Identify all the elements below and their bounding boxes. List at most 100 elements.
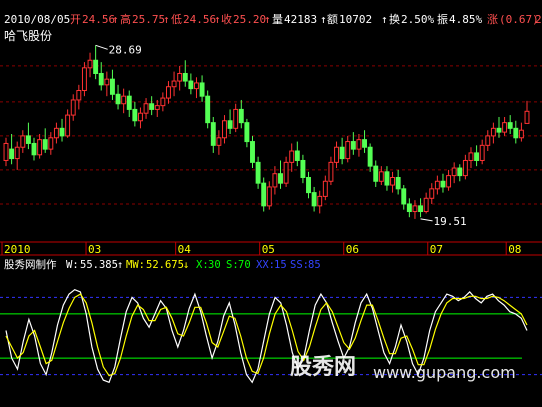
candle-body-down [339, 146, 345, 160]
candle-body-down [294, 150, 300, 161]
candle-body-up [423, 197, 429, 213]
amount-value: 10702 [339, 13, 372, 26]
close-value: 25.20 [233, 13, 266, 26]
candle-body-up [160, 97, 166, 107]
candle-body-up [317, 195, 323, 207]
xx-value: 15 [274, 259, 287, 271]
turnover-value: 2.50% [401, 13, 434, 26]
candle-body-down [149, 103, 155, 110]
x-value: 30 [208, 259, 221, 271]
amount-label: 额 [327, 13, 338, 26]
candle-body-down [384, 171, 390, 186]
candle-body-up [356, 139, 362, 150]
amplitude-value: 4.85% [449, 13, 482, 26]
candle-body-down [300, 159, 306, 178]
candle-body-up [81, 67, 87, 92]
candle-body-down [401, 188, 407, 205]
candle-body-down [278, 173, 283, 184]
candle-body-down [362, 139, 367, 148]
candle-body-up [446, 175, 452, 188]
candle-body-up [14, 146, 20, 160]
candle-body-up [451, 167, 457, 177]
open-value: 24.56 [82, 13, 115, 26]
candle-body-up [429, 188, 435, 199]
candle-body-down [311, 192, 317, 207]
candle-body-up [143, 103, 149, 114]
candle-body-down [98, 72, 104, 86]
candle-body-up [37, 139, 43, 156]
x-tick-label: 04 [178, 243, 192, 256]
candle-body-up [345, 141, 351, 160]
candle-body-up [462, 159, 468, 177]
header-date: 2010/08/05 [4, 13, 70, 26]
candle-body-down [395, 176, 401, 190]
up-arrow-icon: ↑ [112, 13, 119, 26]
candle-body-up [3, 142, 9, 161]
candle-body-up [283, 161, 289, 184]
annotation-leader [420, 218, 433, 222]
vol-value: 42183 [284, 13, 317, 26]
candle-body-up [434, 180, 440, 190]
candle-body-up [216, 137, 222, 146]
candle-body-up [121, 95, 127, 105]
candle-body-down [9, 148, 15, 160]
change-pct: 2 [535, 13, 542, 26]
w-value: 55.385 [80, 259, 118, 271]
candle-body-up [502, 122, 508, 133]
indicator-header: 股秀网制作 W: 55.385 ↑ MW: 52.675 ↓ X: 30 S: … [4, 258, 321, 271]
candle-body-down [182, 72, 188, 82]
candle-body-down [115, 93, 121, 105]
candle-body-up [48, 137, 54, 150]
candle-body-down [418, 205, 424, 213]
candle-body-down [59, 127, 65, 137]
x-tick-label: 05 [262, 243, 275, 256]
watermark-url: www.gupang.com [373, 363, 516, 382]
x-tick-label: 08 [508, 243, 521, 256]
candle-body-up [53, 127, 59, 139]
up-arrow-icon: ↑ [214, 13, 221, 26]
candle-body-up [194, 82, 199, 90]
header-quote: 开 24.56 ↑ 高 25.75 ↑ 低 24.56 ↑ 收 25.20 ↑ … [70, 12, 542, 26]
candle-body-up [378, 171, 384, 182]
price-gridlines [0, 65, 542, 205]
candle-body-down [126, 95, 132, 110]
candle-body-down [457, 167, 463, 177]
low-label: 低 [171, 13, 182, 26]
candle-body-down [25, 135, 31, 144]
s-label: S: [226, 259, 239, 271]
candle-body-up [154, 105, 160, 110]
candle-body-down [474, 152, 480, 161]
indicator-name: 股秀网制作 [4, 258, 57, 271]
candle-body-up [266, 186, 272, 207]
candle-body-down [205, 95, 211, 124]
w-label: W: [66, 259, 79, 271]
candle-body-up [166, 86, 171, 99]
vol-label: 量 [272, 13, 283, 26]
price-annotation-label: 28.69 [109, 43, 142, 56]
candle-body-down [250, 141, 255, 163]
candle-body-up [76, 90, 82, 101]
change-value: (0.67) [499, 13, 539, 26]
stock-name: 哈飞股份 [4, 29, 52, 43]
candle-body-up [490, 127, 496, 137]
candle-body-down [210, 122, 216, 146]
candle-body-down [31, 142, 37, 156]
candle-body-up [104, 78, 110, 86]
candle-body-down [350, 141, 356, 150]
change-label: 涨 [487, 13, 498, 26]
candle-body-up [65, 114, 71, 137]
x-label: X: [196, 259, 209, 271]
candle-body-down [227, 120, 233, 129]
x-tick-label: 07 [430, 243, 443, 256]
candle-body-down [367, 146, 373, 167]
watermark-text: 股秀网 [290, 355, 356, 380]
candle-body-down [513, 127, 519, 139]
up-arrow-icon: ↑ [320, 13, 327, 26]
candle-body-up [171, 80, 177, 88]
candle-body-up [233, 108, 239, 129]
ss-value: 85 [308, 259, 321, 271]
candle-body-up [412, 205, 418, 213]
candle-body-down [244, 122, 250, 143]
candle-body-up [468, 152, 474, 161]
amplitude-label: 振 [437, 12, 448, 26]
